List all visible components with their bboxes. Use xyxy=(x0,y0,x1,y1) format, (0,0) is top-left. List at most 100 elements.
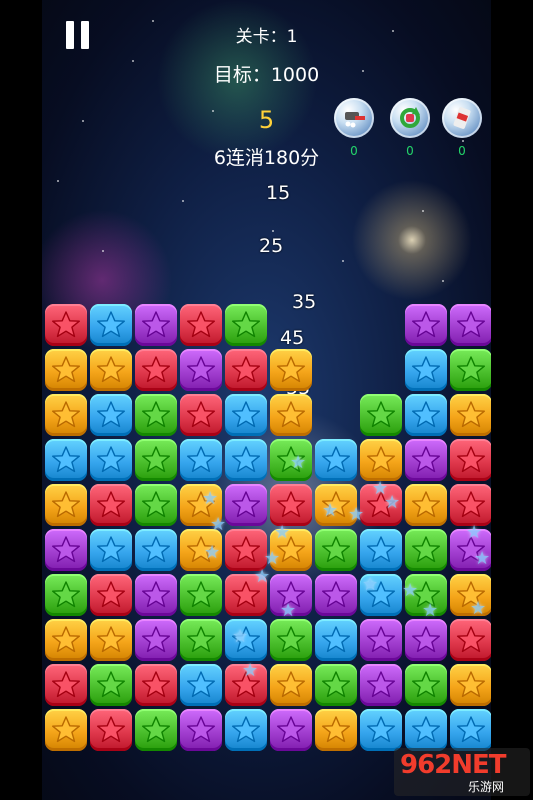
tile-blue[interactable] xyxy=(405,349,447,391)
tile-yellow[interactable] xyxy=(360,439,402,481)
tile-green[interactable] xyxy=(135,439,177,481)
tile-red[interactable] xyxy=(180,304,222,346)
tile-green[interactable] xyxy=(360,394,402,436)
tile-yellow[interactable] xyxy=(45,484,87,526)
tile-purple[interactable] xyxy=(135,574,177,616)
tile-red[interactable] xyxy=(45,304,87,346)
tile-green[interactable] xyxy=(405,529,447,571)
tile-yellow[interactable] xyxy=(270,349,312,391)
star-icon xyxy=(367,716,395,743)
tile-blue[interactable] xyxy=(450,709,491,751)
tile-purple[interactable] xyxy=(135,619,177,661)
background-star xyxy=(442,280,444,282)
tile-green[interactable] xyxy=(270,619,312,661)
tile-purple[interactable] xyxy=(405,304,447,346)
tile-purple[interactable] xyxy=(45,529,87,571)
tile-yellow[interactable] xyxy=(45,394,87,436)
star-icon xyxy=(277,626,305,653)
tile-blue[interactable] xyxy=(225,709,267,751)
tile-blue[interactable] xyxy=(180,439,222,481)
tile-blue[interactable] xyxy=(90,394,132,436)
tile-green[interactable] xyxy=(135,394,177,436)
star-icon xyxy=(142,626,170,653)
hammer-tool-button[interactable] xyxy=(334,98,374,138)
star-icon xyxy=(52,491,80,518)
tile-purple[interactable] xyxy=(360,664,402,706)
tile-yellow[interactable] xyxy=(270,664,312,706)
tile-green[interactable] xyxy=(180,574,222,616)
star-icon xyxy=(142,716,170,743)
tile-red[interactable] xyxy=(270,484,312,526)
tile-purple[interactable] xyxy=(135,304,177,346)
tile-blue[interactable] xyxy=(405,394,447,436)
star-icon xyxy=(232,536,260,563)
tile-red[interactable] xyxy=(450,619,491,661)
tile-purple[interactable] xyxy=(180,709,222,751)
tile-green[interactable] xyxy=(135,484,177,526)
tile-blue[interactable] xyxy=(315,619,357,661)
refresh-tool-button[interactable] xyxy=(390,98,430,138)
tile-green[interactable] xyxy=(450,349,491,391)
tile-yellow[interactable] xyxy=(270,394,312,436)
tile-yellow[interactable] xyxy=(405,484,447,526)
bomb-tool-button[interactable] xyxy=(442,98,482,138)
tile-green[interactable] xyxy=(90,664,132,706)
star-icon xyxy=(412,626,440,653)
tile-red[interactable] xyxy=(90,574,132,616)
tile-blue[interactable] xyxy=(180,664,222,706)
target-score: 目标：1000 xyxy=(213,64,320,86)
tile-purple[interactable] xyxy=(450,304,491,346)
tile-green[interactable] xyxy=(405,664,447,706)
tile-red[interactable] xyxy=(90,709,132,751)
tile-blue[interactable] xyxy=(360,529,402,571)
tile-blue[interactable] xyxy=(90,439,132,481)
tile-red[interactable] xyxy=(450,484,491,526)
tile-yellow[interactable] xyxy=(450,664,491,706)
tile-blue[interactable] xyxy=(315,439,357,481)
tile-red[interactable] xyxy=(45,664,87,706)
tile-purple[interactable] xyxy=(405,619,447,661)
star-icon xyxy=(322,671,350,698)
tile-purple[interactable] xyxy=(360,619,402,661)
tile-red[interactable] xyxy=(135,349,177,391)
tile-red[interactable] xyxy=(225,529,267,571)
tile-purple[interactable] xyxy=(270,709,312,751)
tile-green[interactable] xyxy=(315,529,357,571)
tile-green[interactable] xyxy=(180,619,222,661)
tile-purple[interactable] xyxy=(315,574,357,616)
star-icon xyxy=(412,401,440,428)
tile-purple[interactable] xyxy=(225,484,267,526)
tile-red[interactable] xyxy=(225,349,267,391)
star-icon xyxy=(367,401,395,428)
tile-green[interactable] xyxy=(315,664,357,706)
tile-yellow[interactable] xyxy=(45,709,87,751)
tile-blue[interactable] xyxy=(135,529,177,571)
tile-yellow[interactable] xyxy=(90,349,132,391)
tile-red[interactable] xyxy=(90,484,132,526)
tile-yellow[interactable] xyxy=(45,619,87,661)
tile-blue[interactable] xyxy=(225,439,267,481)
score-popup: 25 xyxy=(259,235,284,257)
tile-blue[interactable] xyxy=(225,394,267,436)
tile-blue[interactable] xyxy=(405,709,447,751)
tile-blue[interactable] xyxy=(90,529,132,571)
tile-yellow[interactable] xyxy=(90,619,132,661)
tile-green[interactable] xyxy=(225,304,267,346)
star-icon xyxy=(232,716,260,743)
tile-blue[interactable] xyxy=(90,304,132,346)
tile-green[interactable] xyxy=(135,709,177,751)
star-icon xyxy=(97,401,125,428)
tile-blue[interactable] xyxy=(45,439,87,481)
tile-yellow[interactable] xyxy=(315,709,357,751)
sparkle-star-icon: ★ xyxy=(290,452,307,473)
tile-blue[interactable] xyxy=(360,709,402,751)
tile-red[interactable] xyxy=(135,664,177,706)
tile-purple[interactable] xyxy=(405,439,447,481)
tile-purple[interactable] xyxy=(180,349,222,391)
background-star xyxy=(272,230,274,232)
tile-red[interactable] xyxy=(450,439,491,481)
tile-yellow[interactable] xyxy=(45,349,87,391)
tile-yellow[interactable] xyxy=(450,394,491,436)
tile-red[interactable] xyxy=(180,394,222,436)
tile-green[interactable] xyxy=(45,574,87,616)
